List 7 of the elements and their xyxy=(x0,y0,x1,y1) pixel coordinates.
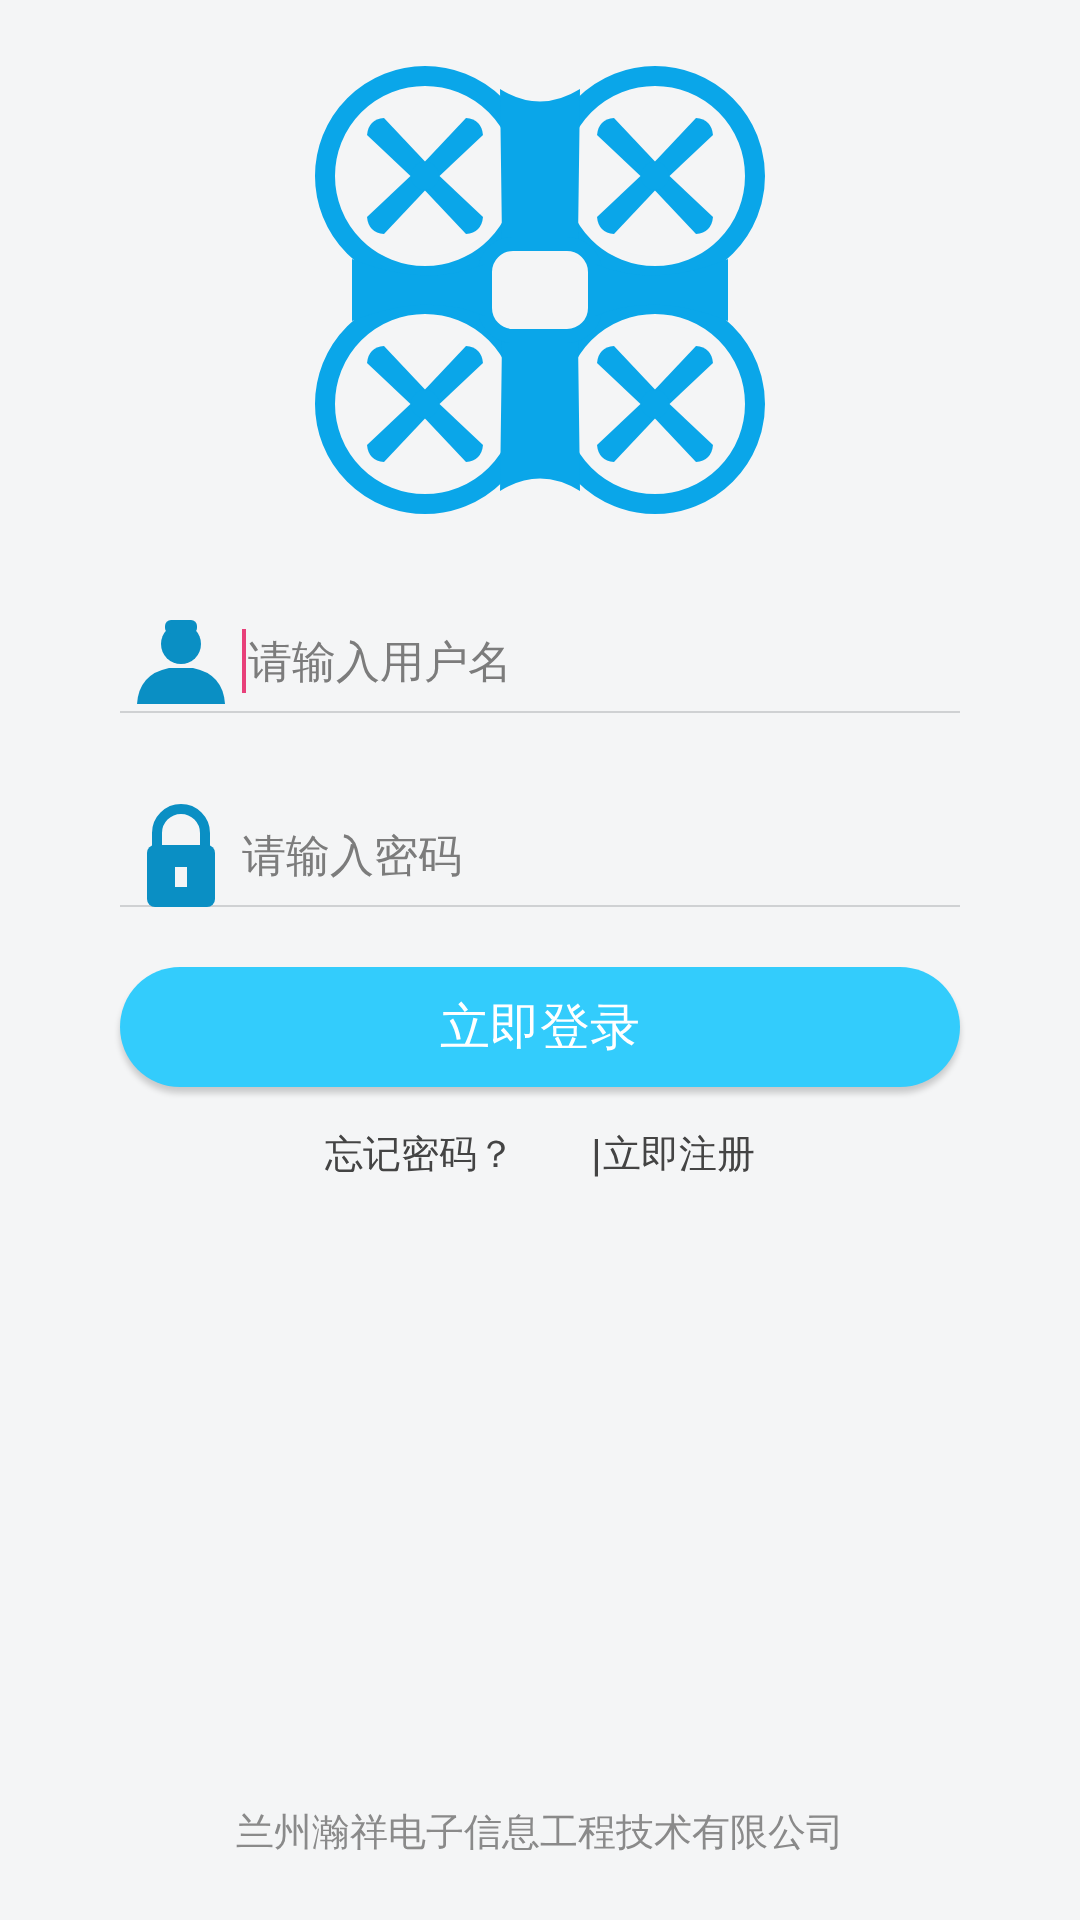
password-field[interactable]: 请输入密码 xyxy=(242,829,946,881)
register-link[interactable]: |立即注册 xyxy=(590,1129,755,1180)
forgot-password-link[interactable]: 忘记密码？ xyxy=(325,1129,516,1180)
username-field[interactable]: 请输入用户名 xyxy=(248,635,946,687)
person-icon xyxy=(135,618,227,704)
padlock-icon xyxy=(145,803,217,907)
company-name: 兰州瀚祥电子信息工程技术有限公司 xyxy=(236,1809,844,1856)
